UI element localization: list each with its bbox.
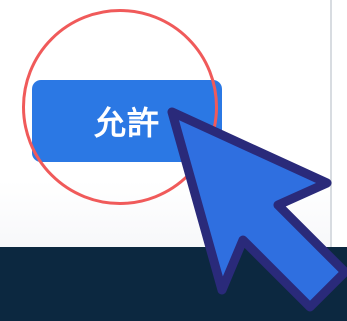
bottom-bar bbox=[0, 247, 347, 321]
side-strip bbox=[332, 0, 347, 247]
allow-button[interactable]: 允許 bbox=[32, 80, 222, 162]
screen: 允許 bbox=[0, 0, 347, 321]
